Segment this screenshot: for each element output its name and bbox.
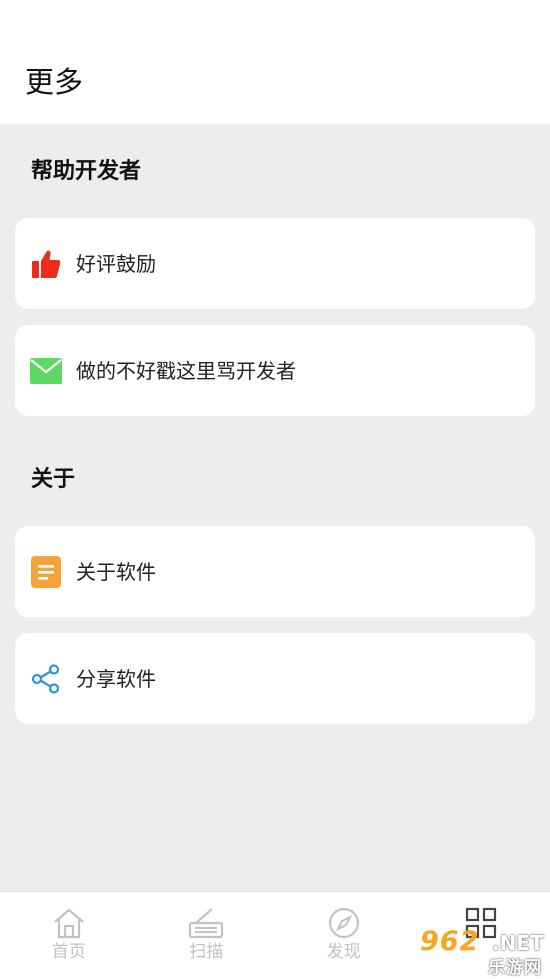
tab-home[interactable]: 首页 <box>0 892 138 979</box>
home-icon <box>51 906 87 940</box>
tab-discover-label: 发现 <box>326 942 361 962</box>
watermark-text: 乐游网 <box>488 958 542 978</box>
tab-scan-label: 扫描 <box>189 942 224 962</box>
watermark-logo: 962 .NET 乐游网 <box>414 926 548 978</box>
thumbs-up-icon <box>30 248 62 280</box>
header: 更多 <box>0 0 550 124</box>
share-app-item[interactable]: 分享软件 <box>15 633 535 724</box>
share-app-label: 分享软件 <box>76 666 156 691</box>
tab-home-label: 首页 <box>51 942 86 962</box>
section-title-about: 关于 <box>31 467 76 492</box>
about-app-label: 关于软件 <box>76 559 156 584</box>
rate-app-label: 好评鼓励 <box>76 251 156 276</box>
scanner-icon <box>188 906 224 940</box>
rate-app-item[interactable]: 好评鼓励 <box>15 218 535 309</box>
watermark-number: 962 <box>420 926 480 957</box>
tab-discover[interactable]: 发现 <box>275 892 413 979</box>
document-icon <box>30 555 62 588</box>
tab-scan[interactable]: 扫描 <box>138 892 276 979</box>
about-app-item[interactable]: 关于软件 <box>15 526 535 617</box>
mail-icon <box>30 355 62 387</box>
compass-icon <box>326 906 362 940</box>
section-title-help: 帮助开发者 <box>31 159 142 184</box>
feedback-label: 做的不好戳这里骂开发者 <box>76 358 296 383</box>
share-icon <box>30 663 62 695</box>
page-title: 更多 <box>25 65 84 99</box>
feedback-item[interactable]: 做的不好戳这里骂开发者 <box>15 325 535 416</box>
watermark-suffix: .NET <box>492 931 544 955</box>
